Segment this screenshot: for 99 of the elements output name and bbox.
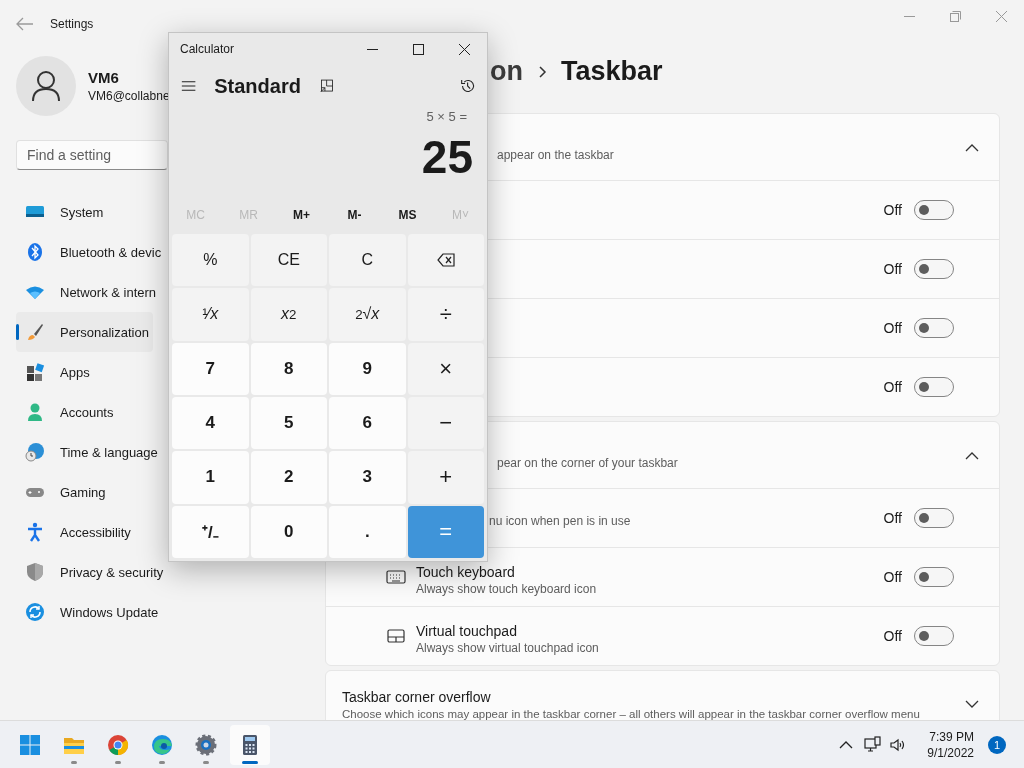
operator-key[interactable]: ÷ xyxy=(407,288,484,341)
chevron-icon[interactable] xyxy=(965,450,979,460)
keep-on-top-icon[interactable] xyxy=(318,77,335,95)
back-arrow-icon[interactable] xyxy=(16,17,34,31)
chevron-icon xyxy=(537,65,547,78)
memory-button[interactable]: M+ xyxy=(275,204,328,226)
notification-badge[interactable]: 1 xyxy=(988,735,1006,754)
digit-key[interactable]: 4 xyxy=(172,397,249,450)
bluetooth-icon xyxy=(25,242,45,262)
operator-key[interactable]: × xyxy=(407,342,484,395)
operator-key[interactable]: − xyxy=(407,397,484,450)
accessibility-icon xyxy=(25,522,45,542)
close-icon[interactable] xyxy=(458,43,470,55)
user-name: VM6 xyxy=(88,69,120,86)
digit-key[interactable]: . xyxy=(329,505,406,558)
user-email: VM6@collabne xyxy=(88,89,170,103)
digit-key[interactable]: 2 xyxy=(250,451,327,504)
digit-key[interactable]: 1 xyxy=(172,451,249,504)
globe-clock-icon xyxy=(25,442,45,462)
toggle-state: Off xyxy=(883,569,902,585)
toggle-state: Off xyxy=(883,379,902,395)
digit-key[interactable]: 3 xyxy=(329,451,406,504)
clock[interactable]: 7:39 PM 9/1/2022 xyxy=(927,728,974,761)
sidebar-item[interactable]: Network & intern xyxy=(16,272,161,312)
toggle-switch[interactable] xyxy=(914,318,954,338)
digit-key[interactable]: 6 xyxy=(329,397,406,450)
card-description: Choose which icons may appear in the taskbar corner – all others will appear in the taskbar corner overflow menu xyxy=(342,707,921,720)
toggle-switch[interactable] xyxy=(914,508,954,528)
chevron-icon[interactable] xyxy=(965,699,979,709)
toggle-state: Off xyxy=(883,628,902,644)
operator-key[interactable]: + xyxy=(407,451,484,504)
chevron-icon[interactable] xyxy=(965,142,979,152)
card-description: appear on the taskbar xyxy=(496,148,615,162)
row-description: Always show virtual touchpad icon xyxy=(416,641,600,655)
toggle-state: Off xyxy=(883,510,902,526)
person-icon xyxy=(25,402,45,422)
window-title: Settings xyxy=(50,17,95,31)
history-icon[interactable] xyxy=(459,77,475,95)
memory-button[interactable]: MS xyxy=(381,204,434,226)
toggle-state: Off xyxy=(883,202,902,218)
backspace-icon xyxy=(436,253,455,268)
sidebar-item[interactable]: Privacy & security xyxy=(16,552,168,592)
operator-key[interactable]: % xyxy=(172,234,249,287)
toggle-state: Off xyxy=(883,320,902,336)
sidebar-item[interactable]: Apps xyxy=(16,352,94,392)
sidebar-item[interactable]: System xyxy=(16,192,108,232)
card-title: Taskbar corner overflow xyxy=(342,688,492,705)
restore-icon[interactable] xyxy=(949,10,961,22)
toggle-switch[interactable] xyxy=(914,259,954,279)
result-display: 25 xyxy=(420,130,474,184)
row-title: Virtual touchpad xyxy=(416,623,518,639)
settings-icon xyxy=(195,734,217,755)
sidebar-item[interactable]: Time & language xyxy=(16,432,162,472)
mode-title: Standard xyxy=(214,74,301,98)
folder-icon xyxy=(64,737,84,754)
shield-icon xyxy=(25,562,45,582)
maximize-icon[interactable] xyxy=(412,43,424,55)
memory-button[interactable]: M- xyxy=(328,204,381,226)
toggle-switch[interactable] xyxy=(914,200,954,220)
sidebar-item[interactable]: Personalization xyxy=(16,312,153,352)
operator-key[interactable]: ¹⁄x xyxy=(172,288,249,341)
sidebar-item[interactable]: Bluetooth & devic xyxy=(16,232,166,272)
digit-key[interactable]: ⁺/₋ xyxy=(172,505,249,558)
operator-key[interactable]: CE xyxy=(250,234,327,287)
toggle-switch[interactable] xyxy=(914,567,954,587)
sidebar-item[interactable]: Accessibility xyxy=(16,512,135,552)
sidebar-item[interactable]: Gaming xyxy=(16,472,110,512)
browser-icon xyxy=(152,734,172,755)
update-icon xyxy=(25,602,45,622)
apps-icon xyxy=(25,362,45,382)
operator-key[interactable]: C xyxy=(329,234,406,287)
row-description: Always show touch keyboard icon xyxy=(416,582,598,596)
calculator-icon xyxy=(243,734,257,755)
sidebar-item[interactable]: Accounts xyxy=(16,392,118,432)
toggle-switch[interactable] xyxy=(914,626,954,646)
keyboard-icon xyxy=(386,569,406,585)
network-icon[interactable] xyxy=(863,735,882,754)
expression-text: 5 × 5 = xyxy=(425,109,468,124)
digit-key[interactable]: 5 xyxy=(250,397,327,450)
toggle-switch[interactable] xyxy=(914,377,954,397)
page-title: Taskbar xyxy=(561,56,663,87)
row-description: nu icon when pen is in use xyxy=(489,514,632,528)
brush-icon xyxy=(25,322,45,342)
backspace-button[interactable] xyxy=(407,234,484,287)
card-description: pear on the corner of your taskbar xyxy=(496,456,679,470)
toggle-state: Off xyxy=(883,261,902,277)
touchpad-icon xyxy=(386,628,406,644)
search-field[interactable]: Find a setting xyxy=(16,140,168,170)
sidebar-item[interactable]: Windows Update xyxy=(16,592,163,632)
window-title: Calculator xyxy=(179,42,236,56)
digit-key[interactable]: 7 xyxy=(172,342,249,395)
taskbar-app[interactable] xyxy=(230,724,270,765)
browser-icon xyxy=(108,734,129,755)
row-title: Touch keyboard xyxy=(416,564,516,580)
digit-key[interactable]: 8 xyxy=(250,342,327,395)
breadcrumb-link[interactable]: on xyxy=(490,56,523,87)
digit-key[interactable]: 0 xyxy=(250,505,327,558)
windows-logo-icon xyxy=(20,734,40,755)
digit-key[interactable]: 9 xyxy=(329,342,406,395)
